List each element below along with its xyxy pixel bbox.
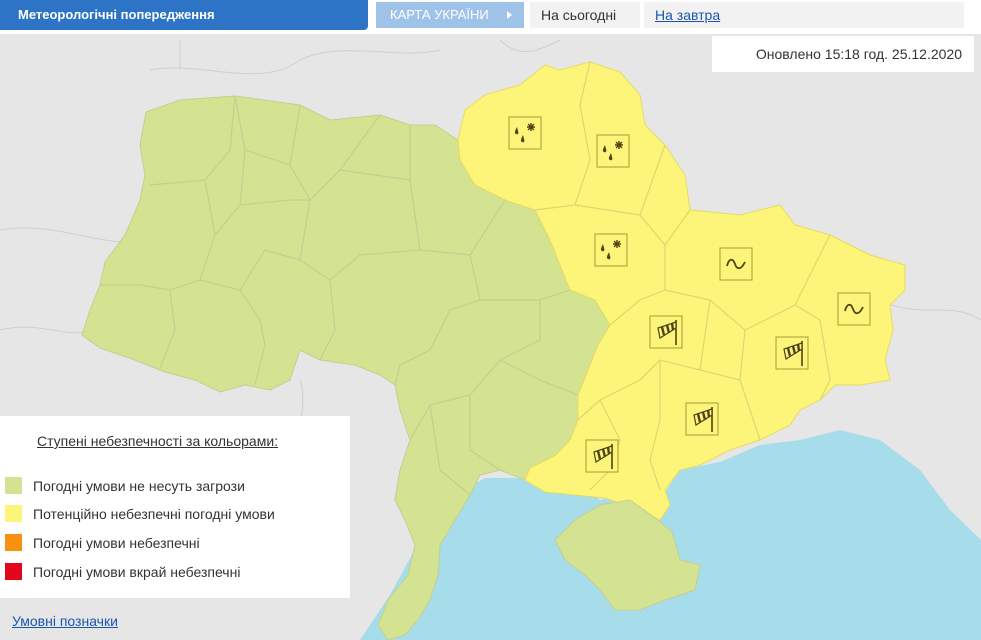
wind-icon	[649, 315, 683, 349]
legend-label: Погодні умови небезпечні	[33, 535, 200, 551]
legend-panel: Ступені небезпечності за кольорами: Пого…	[0, 416, 350, 598]
fog-icon	[837, 292, 871, 326]
legend-label: Погодні умови не несуть загрози	[33, 478, 245, 494]
wind-icon	[685, 402, 719, 436]
top-bar: Метеорологічні попередження КАРТА УКРАЇН…	[0, 0, 981, 34]
wind-icon	[585, 439, 619, 473]
legend-swatch	[5, 477, 22, 494]
legend-label: Потенційно небезпечні погодні умови	[33, 506, 275, 522]
tab-today-label: На сьогодні	[541, 7, 617, 23]
rain-snow-icon	[508, 116, 542, 150]
fog-icon	[719, 247, 753, 281]
rain-snow-icon	[594, 233, 628, 267]
legend-swatch	[5, 534, 22, 551]
legend-symbols-link[interactable]: Умовні позначки	[12, 613, 118, 629]
triangle-right-icon	[507, 11, 512, 19]
rain-snow-icon	[596, 134, 630, 168]
legend-swatch	[5, 505, 22, 522]
legend-title: Ступені небезпечності за кольорами:	[37, 433, 279, 449]
updated-timestamp: Оновлено 15:18 год. 25.12.2020	[755, 46, 962, 62]
legend-label: Погодні умови вкрай небезпечні	[33, 564, 241, 580]
updated-timestamp-box: Оновлено 15:18 год. 25.12.2020	[712, 36, 974, 72]
page-title-tab: Метеорологічні попередження	[0, 0, 368, 30]
legend-swatch	[5, 563, 22, 580]
tab-tomorrow-link[interactable]: На завтра	[655, 7, 720, 23]
tab-tomorrow[interactable]: На завтра	[644, 2, 964, 28]
tab-ukraine-map-label: КАРТА УКРАЇНИ	[390, 7, 489, 22]
tab-ukraine-map[interactable]: КАРТА УКРАЇНИ	[376, 2, 524, 28]
wind-icon	[775, 336, 809, 370]
page-title: Метеорологічні попередження	[18, 7, 215, 22]
tab-today[interactable]: На сьогодні	[530, 2, 640, 28]
